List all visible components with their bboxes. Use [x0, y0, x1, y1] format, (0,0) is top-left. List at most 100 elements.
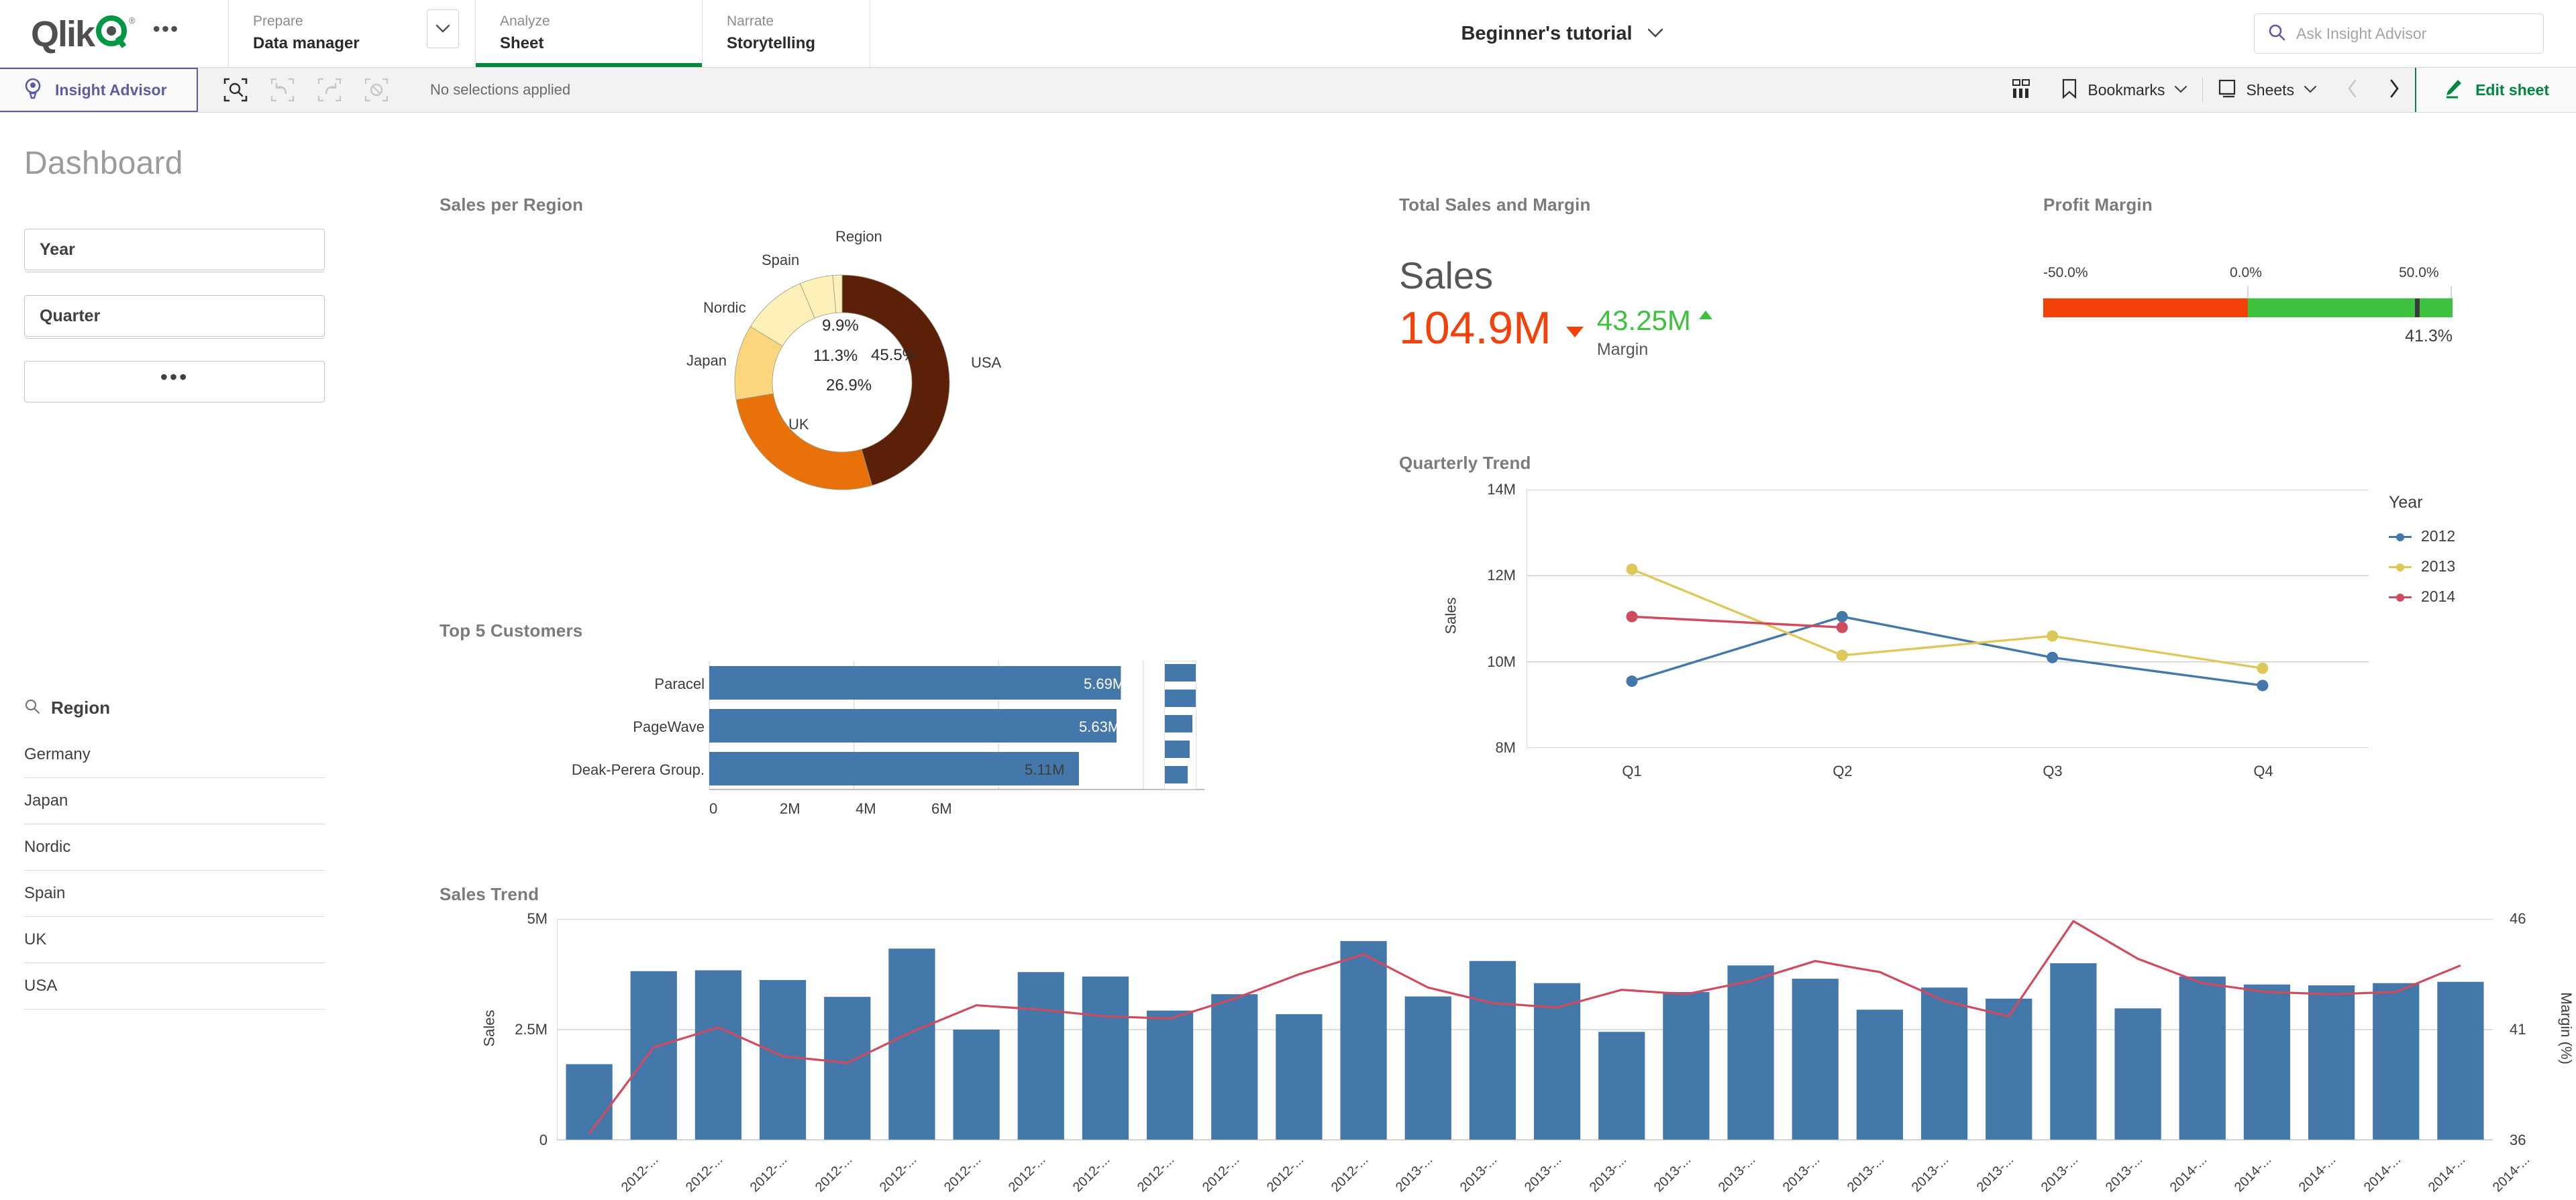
chevron-right-icon	[2388, 78, 2400, 102]
insight-advisor-button[interactable]: Insight Advisor	[0, 68, 198, 112]
x-axis-tick: 2014-...	[2425, 1152, 2469, 1195]
filter-pane-quarter[interactable]: Quarter	[24, 295, 325, 337]
qlik-logo[interactable]: Qlik ®	[31, 15, 136, 52]
gauge-bar	[2043, 298, 2453, 317]
logo-area[interactable]: Qlik ® •••	[0, 0, 228, 67]
sheet-grid-icon	[2011, 78, 2031, 103]
x-axis-tick: 2012-...	[618, 1152, 662, 1195]
chart-quarterly-trend[interactable]: Quarterly Trend Sales 8M 10M 12M 14M Q1 …	[1399, 453, 2576, 855]
chart-title: Profit Margin	[2043, 195, 2153, 215]
clear-selections-icon[interactable]	[363, 76, 390, 103]
x-axis-tick: 6M	[931, 800, 952, 817]
chart-sales-per-region[interactable]: Sales per Region Region USA UK Japan Nor…	[440, 195, 1366, 604]
sheets-button[interactable]: Sheets	[2203, 68, 2332, 112]
nav-narrate-kicker: Narrate	[727, 13, 774, 29]
page-title: Dashboard	[24, 146, 183, 181]
donut-svg	[734, 274, 950, 490]
selection-toolbar: Insight Advisor No selections applied Bo…	[0, 68, 2576, 113]
bar-value-label: 5.11M	[1025, 761, 1065, 778]
left-sidebar: Dashboard Year Quarter ••• Region German…	[0, 113, 403, 1200]
selection-search-icon[interactable]	[222, 76, 249, 103]
y2-axis-title: Margin (%)	[2557, 992, 2575, 1065]
chevron-down-icon[interactable]	[427, 9, 459, 48]
list-item[interactable]: Spain	[24, 871, 325, 917]
y-axis-title: Sales	[1442, 597, 1459, 635]
gauge-axis-ticks	[2043, 286, 2453, 299]
legend-marker-icon	[2389, 592, 2412, 602]
edit-sheet-button[interactable]: Edit sheet	[2415, 68, 2576, 112]
bar-category-label: PageWave	[633, 718, 705, 735]
ellipsis-icon: •••	[160, 365, 189, 390]
ellipsis-icon[interactable]: •••	[153, 18, 180, 43]
sheet-grid-button[interactable]	[1996, 68, 2046, 112]
bar-value-label: 5.69M	[1084, 675, 1125, 692]
x-axis-tick: Q4	[2253, 763, 2273, 779]
x-axis-tick: 4M	[856, 800, 876, 817]
undo-arrow-icon[interactable]	[269, 76, 296, 103]
chart-legend: Year 2012 2013 2014	[2389, 493, 2455, 618]
x-axis-tick: Q1	[1622, 763, 1642, 779]
list-item[interactable]: UK	[24, 917, 325, 963]
kpi-margin-label: Margin	[1596, 340, 1649, 360]
x-axis-tick: 2012-...	[1135, 1152, 1178, 1195]
app-title-area[interactable]: Beginner's tutorial	[870, 0, 2254, 67]
donut-chart[interactable]: Region USA UK Japan Nordic Spain 45.5% 2…	[668, 228, 1137, 590]
more-filters-button[interactable]: •••	[24, 361, 325, 402]
bookmarks-label: Bookmarks	[2088, 80, 2165, 99]
list-item[interactable]: Japan	[24, 778, 325, 824]
bookmarks-button[interactable]: Bookmarks	[2046, 68, 2202, 112]
legend-item-2012[interactable]: 2012	[2389, 527, 2455, 545]
x-axis-tick: 2012-...	[1070, 1152, 1113, 1195]
x-axis-tick: 2012-...	[876, 1152, 920, 1195]
insight-search-area: Ask Insight Advisor	[2254, 0, 2576, 67]
minimap-bar	[1165, 741, 1190, 758]
chevron-down-icon[interactable]	[1647, 24, 1663, 43]
chart-sales-trend[interactable]: Sales Trend Sales Margin (%) 0 2.5M 5M 3…	[440, 884, 2576, 1200]
kpi-total-sales-and-margin[interactable]: Total Sales and Margin Sales 104.9M 43.2…	[1399, 195, 2030, 416]
top5-plot-area[interactable]: Paracel PageWave Deak-Perera Group. 5.69…	[440, 661, 1366, 862]
filter-pane-year[interactable]: Year	[24, 229, 325, 270]
kpi-margin-row: 43.25M	[1597, 305, 1712, 336]
bar-category-label: Deak-Perera Group.	[571, 761, 705, 778]
minimap-bar	[1165, 766, 1188, 783]
prev-sheet-button[interactable]	[2332, 68, 2373, 112]
legend-item-2014[interactable]: 2014	[2389, 588, 2455, 606]
x-axis-tick: 2012-...	[748, 1152, 790, 1195]
chart-scrollbar-minimap[interactable]	[1164, 661, 1196, 789]
nav-narrate-label: Storytelling	[727, 34, 816, 52]
nav-section-narrate[interactable]: Narrate Storytelling	[702, 0, 870, 67]
x-axis-tick: 2013-...	[1780, 1152, 1823, 1195]
chart-top-5-customers[interactable]: Top 5 Customers Paracel PageWave Deak-Pe…	[440, 620, 1366, 862]
x-axis-tick: 2013-...	[2038, 1152, 2081, 1195]
kpi-sales-value: 104.9M	[1399, 303, 1551, 353]
list-item[interactable]: USA	[24, 963, 325, 1010]
gauge-positive-segment	[2248, 298, 2453, 317]
x-axis-tick: 2013-...	[1909, 1152, 1952, 1195]
search-input[interactable]: Ask Insight Advisor	[2254, 13, 2544, 54]
region-list-header[interactable]: Region	[0, 698, 403, 718]
gauge-value-label: 41.3%	[2405, 327, 2453, 345]
legend-marker-icon	[2389, 562, 2412, 571]
nav-section-prepare[interactable]: Prepare Data manager	[228, 0, 475, 67]
chevron-down-icon	[2174, 83, 2187, 97]
legend-item-2013[interactable]: 2013	[2389, 557, 2455, 576]
x-axis-tick: 0	[709, 800, 718, 817]
next-sheet-button[interactable]	[2373, 68, 2415, 112]
donut-label-spain: Spain	[762, 252, 800, 268]
minimap-bar	[1165, 690, 1196, 707]
qlik-wordmark: Qlik	[31, 13, 95, 54]
list-item[interactable]: Nordic	[24, 824, 325, 871]
gauge-negative-segment	[2043, 298, 2248, 317]
quarterly-plot-area[interactable]: Sales 8M 10M 12M 14M Q1 Q2 Q3 Q4	[1443, 481, 2369, 779]
x-axis-tick: 2012-...	[1328, 1152, 1372, 1195]
top-navigation-bar: Qlik ® ••• Prepare Data manager Analyze …	[0, 0, 2576, 68]
redo-arrow-icon[interactable]	[316, 76, 343, 103]
list-item[interactable]: Germany	[24, 732, 325, 778]
nav-section-analyze[interactable]: Analyze Sheet	[475, 0, 702, 67]
lightbulb-pin-icon	[23, 78, 43, 103]
legend-label: 2013	[2421, 557, 2456, 575]
sales-trend-plot-area[interactable]: Sales Margin (%) 0 2.5M 5M 36 41 46 2012…	[481, 910, 2575, 1195]
chart-profit-margin[interactable]: Profit Margin -50.0% 0.0% 50.0% 41.3%	[2043, 195, 2513, 396]
y-axis-tick: 5M	[527, 910, 548, 927]
x-axis-tick: 2014-...	[2296, 1152, 2339, 1195]
